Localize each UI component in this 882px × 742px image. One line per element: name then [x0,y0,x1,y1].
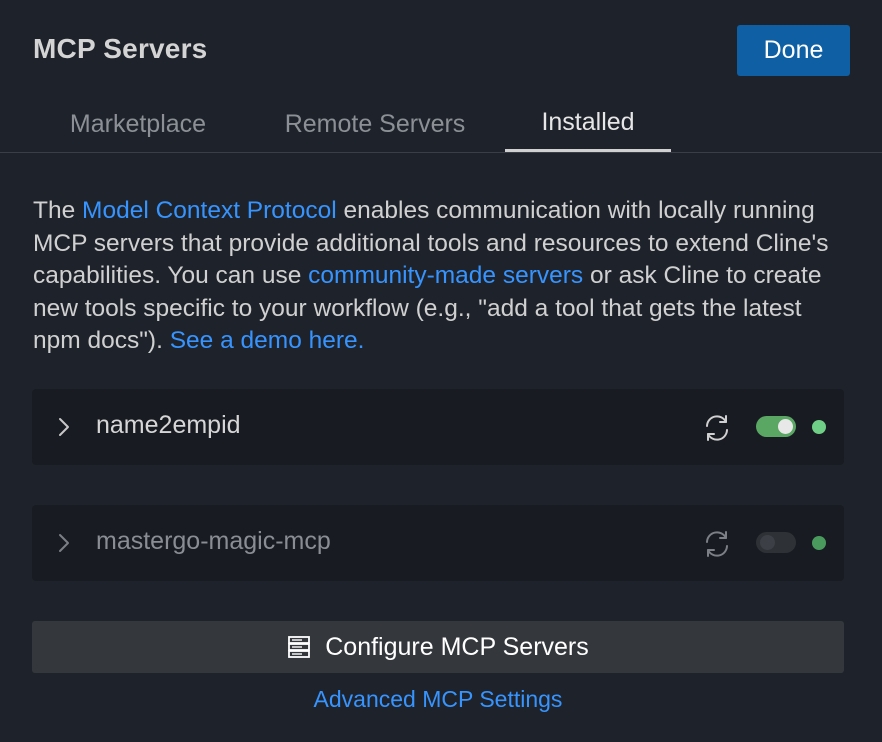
tab-marketplace[interactable]: Marketplace [33,96,243,152]
status-indicator [812,536,826,550]
status-indicator [812,420,826,434]
server-icon [288,636,311,658]
description-part-1: The [33,197,83,224]
demo-link[interactable]: See a demo here. [170,327,365,354]
configure-label: Configure MCP Servers [325,632,589,661]
community-servers-link[interactable]: community-made servers [308,262,583,289]
refresh-icon[interactable] [700,411,734,445]
advanced-mcp-settings-link[interactable]: Advanced MCP Settings [0,686,876,713]
tab-remote-servers[interactable]: Remote Servers [252,96,498,152]
server-enabled-toggle[interactable] [756,416,796,437]
done-button[interactable]: Done [737,25,850,76]
description-text: The Model Context Protocol enables commu… [33,195,853,358]
mcp-servers-panel: MCP Servers Done Marketplace Remote Serv… [0,0,882,742]
tab-bar: Marketplace Remote Servers Installed [0,96,882,153]
chevron-right-icon[interactable] [54,531,74,555]
page-title: MCP Servers [33,33,208,64]
toggle-knob [760,535,775,550]
chevron-right-icon[interactable] [54,415,74,439]
configure-mcp-servers-button[interactable]: Configure MCP Servers [32,621,844,673]
tab-installed[interactable]: Installed [505,96,671,152]
header: MCP Servers Done [0,0,882,100]
server-enabled-toggle[interactable] [756,532,796,553]
server-row-mastergo-magic-mcp[interactable]: mastergo-magic-mcp [32,505,844,581]
model-context-protocol-link[interactable]: Model Context Protocol [82,197,337,224]
refresh-icon[interactable] [700,527,734,561]
server-row-name2empid[interactable]: name2empid [32,389,844,465]
toggle-knob [778,419,793,434]
server-name: name2empid [96,411,241,439]
server-name: mastergo-magic-mcp [96,527,331,555]
